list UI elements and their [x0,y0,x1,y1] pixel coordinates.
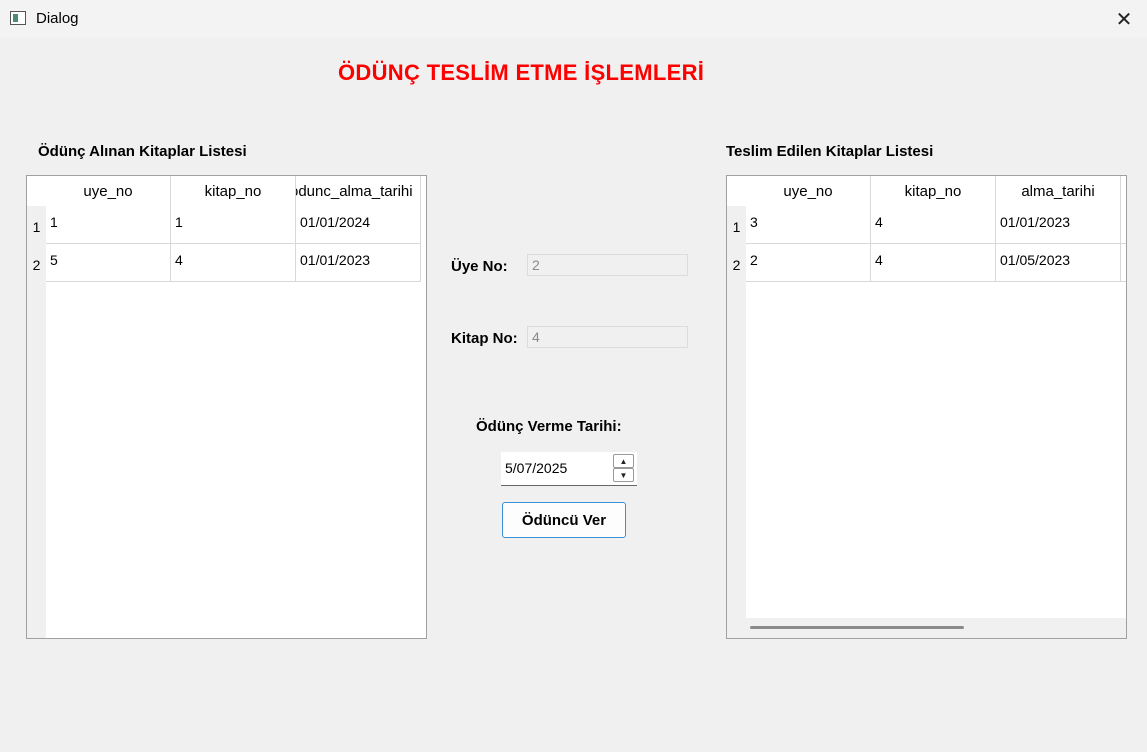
column-header-kitap-no[interactable]: kitap_no [171,176,296,206]
column-header-alma-tarihi[interactable]: alma_tarihi [996,176,1121,206]
table-cell[interactable]: 01/01/2023 [996,206,1121,244]
page-title: ÖDÜNÇ TESLİM ETME İŞLEMLERİ [338,60,705,85]
table-corner[interactable] [727,176,746,206]
table-cell[interactable] [1121,244,1126,282]
column-header-uye-no[interactable]: uye_no [46,176,171,206]
date-label: Ödünç Verme Tarihi: [476,418,622,435]
table-cell[interactable] [1121,206,1126,244]
table-cell[interactable]: 5 [46,244,171,282]
table-cell[interactable]: 01/05/2023 [996,244,1121,282]
kitap-no-label: Kitap No: [451,330,518,347]
uye-no-label: Üye No: [451,258,508,275]
table-cell[interactable]: 2 [746,244,871,282]
lend-button[interactable]: Ödüncü Ver [502,502,626,538]
column-header-clipped[interactable] [1121,176,1126,206]
kitap-no-field[interactable]: 4 [527,326,688,348]
borrowed-books-table[interactable]: uye_no kitap_no odunc_alma_tarihi 1 1 1 … [26,175,427,639]
uye-no-field[interactable]: 2 [527,254,688,276]
row-header[interactable]: 1 [727,219,746,235]
table-cell[interactable]: 4 [871,244,996,282]
horizontal-scrollbar[interactable] [746,618,1126,638]
column-header-kitap-no[interactable]: kitap_no [871,176,996,206]
table-cell[interactable]: 4 [171,244,296,282]
scrollbar-thumb[interactable] [750,626,964,629]
table-corner[interactable] [27,176,46,206]
borrowed-books-label: Ödünç Alınan Kitaplar Listesi [38,143,247,160]
title-bar: Dialog ✕ [0,0,1147,38]
app-window-icon [10,11,26,25]
close-button[interactable]: ✕ [1101,0,1147,38]
table-cell[interactable]: 01/01/2023 [296,244,421,282]
table-cell[interactable]: 3 [746,206,871,244]
column-header-odunc-alma-tarihi[interactable]: odunc_alma_tarihi [296,176,421,206]
row-header-column [27,176,46,638]
window-title: Dialog [36,10,79,27]
date-value[interactable]: 5/07/2025 [505,460,567,476]
spin-up-button[interactable]: ▲ [613,454,634,468]
table-cell[interactable]: 1 [171,206,296,244]
date-edit[interactable]: 5/07/2025 ▲ ▼ [501,452,637,486]
returned-books-table[interactable]: uye_no kitap_no alma_tarihi 1 3 4 01/01/… [726,175,1127,639]
table-cell[interactable]: 01/01/2024 [296,206,421,244]
table-cell[interactable]: 4 [871,206,996,244]
row-header[interactable]: 1 [27,219,46,235]
table-cell[interactable]: 1 [46,206,171,244]
spin-down-button[interactable]: ▼ [613,468,634,482]
column-header-uye-no[interactable]: uye_no [746,176,871,206]
row-header[interactable]: 2 [27,257,46,273]
row-header[interactable]: 2 [727,257,746,273]
row-header-column [727,176,746,638]
returned-books-label: Teslim Edilen Kitaplar Listesi [726,143,934,160]
